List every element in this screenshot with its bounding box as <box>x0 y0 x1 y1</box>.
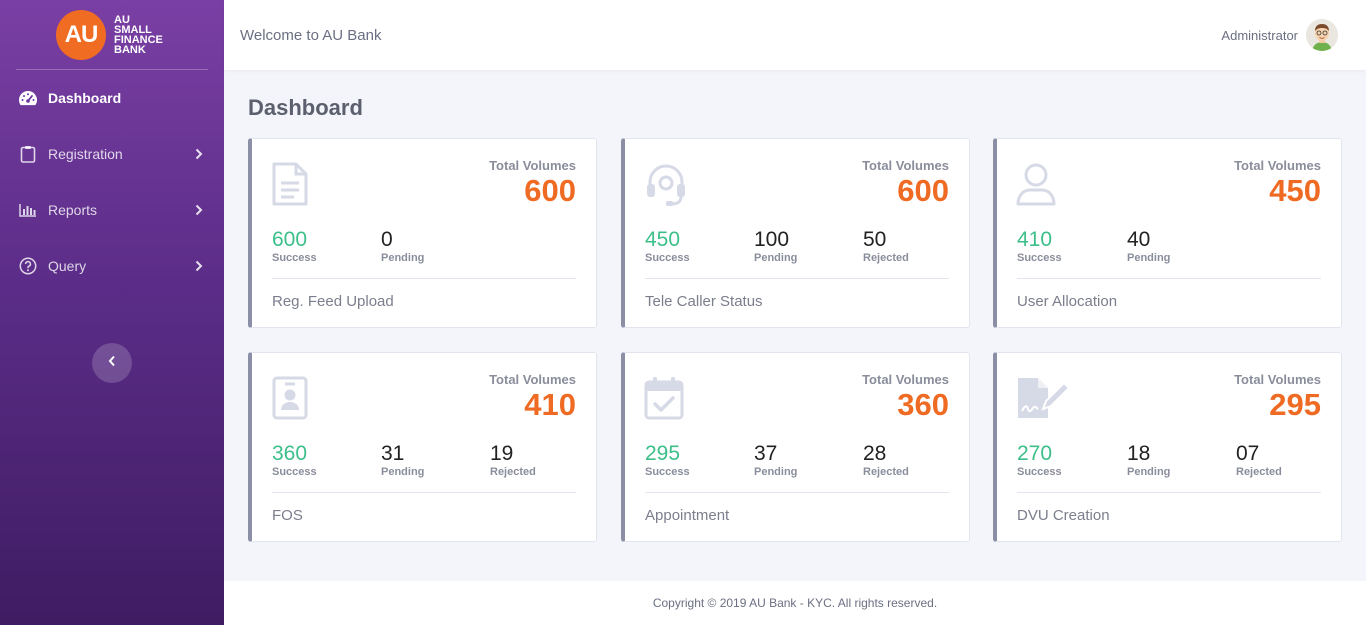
total-volumes-label: Total Volumes <box>1234 372 1321 387</box>
chevron-right-icon <box>194 147 204 161</box>
speedometer-icon <box>18 88 38 108</box>
card-user-allocation[interactable]: Total Volumes 450 410 Success 40 Pending… <box>993 138 1342 328</box>
total-volumes-value: 295 <box>1269 387 1321 422</box>
stat-rejected: 19 Rejected <box>490 442 536 479</box>
card-title: Reg. Feed Upload <box>272 293 394 310</box>
user-icon <box>1015 161 1061 213</box>
stat-success: 360 Success <box>272 442 317 479</box>
sidebar: AU AU SMALL FINANCE BANK Dashboard Regis… <box>0 0 224 625</box>
card-title: Tele Caller Status <box>645 293 763 310</box>
divider <box>1017 492 1321 493</box>
total-volumes-label: Total Volumes <box>489 372 576 387</box>
divider <box>1017 278 1321 279</box>
stat-pending: 31 Pending <box>381 442 425 479</box>
total-volumes-label: Total Volumes <box>1234 158 1321 173</box>
stat-pending: 37 Pending <box>754 442 798 479</box>
total-volumes-label: Total Volumes <box>862 372 949 387</box>
total-volumes-value: 600 <box>524 173 576 208</box>
sidebar-item-label: Reports <box>48 202 98 218</box>
clipboard-icon <box>18 144 38 164</box>
question-circle-icon <box>18 256 38 276</box>
document-icon <box>270 161 316 213</box>
id-badge-icon <box>270 375 316 427</box>
bar-chart-icon <box>18 200 38 220</box>
brand-name: AU SMALL FINANCE BANK <box>114 13 163 56</box>
stat-success: 270 Success <box>1017 442 1062 479</box>
stat-pending: 40 Pending <box>1127 228 1171 265</box>
card-dvu-creation[interactable]: Total Volumes 295 270 Success 18 Pending… <box>993 352 1342 542</box>
total-volumes-value: 410 <box>524 387 576 422</box>
welcome-text: Welcome to AU Bank <box>240 26 382 44</box>
chevron-right-icon <box>194 203 204 217</box>
sidebar-item-dashboard[interactable]: Dashboard <box>0 70 224 126</box>
stat-pending: 100 Pending <box>754 228 798 265</box>
footer: Copyright © 2019 AU Bank - KYC. All righ… <box>224 581 1366 625</box>
stat-success: 600 Success <box>272 228 317 265</box>
sidebar-item-label: Query <box>48 258 87 274</box>
divider <box>645 278 949 279</box>
stat-success: 295 Success <box>645 442 690 479</box>
sidebar-item-reports[interactable]: Reports <box>0 182 224 238</box>
top-header: Welcome to AU Bank Administrator <box>224 0 1366 70</box>
page-title: Dashboard <box>248 95 363 120</box>
card-fos[interactable]: Total Volumes 410 360 Success 31 Pending… <box>248 352 597 542</box>
chevron-left-icon <box>108 354 116 372</box>
card-tele-caller-status[interactable]: Total Volumes 600 450 Success 100 Pendin… <box>621 138 970 328</box>
user-name[interactable]: Administrator <box>1221 28 1298 43</box>
total-volumes-value: 450 <box>1269 173 1321 208</box>
stat-rejected: 28 Rejected <box>863 442 909 479</box>
total-volumes-value: 600 <box>897 173 949 208</box>
card-title: DVU Creation <box>1017 507 1110 524</box>
stat-pending: 0 Pending <box>381 228 425 265</box>
total-volumes-label: Total Volumes <box>862 158 949 173</box>
card-reg-feed-upload[interactable]: Total Volumes 600 600 Success 0 Pending … <box>248 138 597 328</box>
file-signature-icon <box>1015 375 1071 427</box>
logo-mark: AU <box>56 9 106 60</box>
sidebar-item-query[interactable]: Query <box>0 238 224 294</box>
total-volumes-label: Total Volumes <box>489 158 576 173</box>
stat-success: 450 Success <box>645 228 690 265</box>
card-title: Appointment <box>645 507 730 524</box>
card-title: User Allocation <box>1017 293 1118 310</box>
divider <box>272 492 576 493</box>
card-title: FOS <box>272 507 303 524</box>
chevron-right-icon <box>194 259 204 273</box>
sidebar-item-label: Dashboard <box>48 90 122 106</box>
sidebar-collapse-button[interactable] <box>92 343 132 383</box>
card-appointment[interactable]: Total Volumes 360 295 Success 37 Pending… <box>621 352 970 542</box>
stat-pending: 18 Pending <box>1127 442 1171 479</box>
sidebar-item-registration[interactable]: Registration <box>0 126 224 182</box>
sidebar-item-label: Registration <box>48 146 123 162</box>
divider <box>645 492 949 493</box>
stat-success: 410 Success <box>1017 228 1062 265</box>
copyright-text: Copyright © 2019 AU Bank - KYC. All righ… <box>652 596 938 610</box>
divider <box>272 278 576 279</box>
total-volumes-value: 360 <box>897 387 949 422</box>
avatar[interactable] <box>1306 19 1338 51</box>
sidebar-nav: Dashboard Registration Reports Query <box>0 70 224 294</box>
calendar-check-icon <box>643 375 689 427</box>
brand-logo[interactable]: AU AU SMALL FINANCE BANK <box>16 0 208 70</box>
stat-rejected: 50 Rejected <box>863 228 909 265</box>
headset-icon <box>643 161 689 213</box>
stat-rejected: 07 Rejected <box>1236 442 1282 479</box>
